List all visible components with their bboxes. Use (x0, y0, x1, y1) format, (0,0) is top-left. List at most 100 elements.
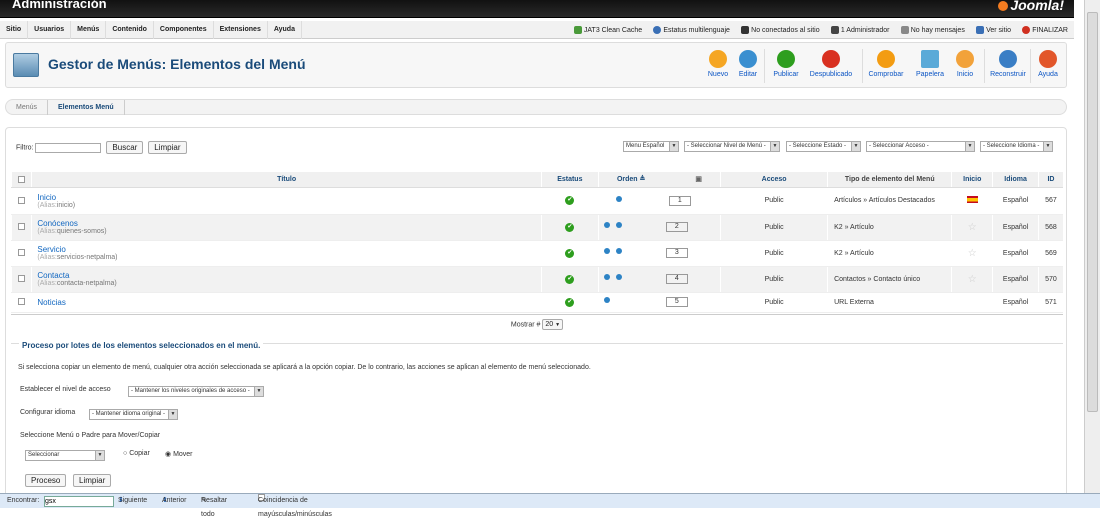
new-icon (709, 50, 727, 68)
save-order-icon[interactable]: ▣ (695, 176, 702, 183)
move-down-icon[interactable] (615, 274, 622, 280)
access-select[interactable]: - Seleccionar Acceso - ▼ (866, 141, 975, 152)
menu-menus[interactable]: Menús (71, 21, 107, 39)
level-select[interactable]: - Seleccionar Nivel de Menú - ▼ (684, 141, 780, 152)
home-button[interactable]: Inicio (943, 50, 987, 78)
alias-label: (Alias: (37, 228, 57, 235)
order-input[interactable]: 1 (668, 195, 691, 206)
copy-radio-group[interactable]: ○ Copiar (123, 450, 150, 457)
batch-move-select[interactable]: Seleccionar ▼ (25, 450, 105, 461)
move-radio[interactable]: ◉ (165, 451, 171, 458)
type-cell: K2 » Artículo (827, 214, 952, 241)
move-down-icon[interactable] (615, 195, 622, 202)
status-multilang[interactable]: Estatus multilenguaje (653, 26, 730, 35)
menu-componentes[interactable]: Componentes (154, 21, 214, 39)
star-outline-icon[interactable]: ☆ (968, 248, 977, 259)
item-title-link[interactable]: Conócenos (37, 219, 77, 228)
order-input[interactable]: 2 (665, 222, 688, 232)
filter-input[interactable] (35, 142, 102, 153)
scrollbar-thumb[interactable] (1087, 12, 1098, 412)
publish-button[interactable]: Publicar (764, 50, 808, 78)
chevron-down-icon: ▼ (1043, 142, 1052, 151)
batch-access-select[interactable]: - Mantener los niveles originales de acc… (128, 386, 264, 397)
star-outline-icon[interactable]: ☆ (968, 274, 977, 285)
col-home[interactable]: Inicio (951, 172, 993, 188)
move-up-icon[interactable] (603, 248, 610, 254)
order-input[interactable]: 5 (665, 297, 688, 307)
row-checkbox[interactable] (18, 223, 26, 231)
rebuild-button[interactable]: Reconstruir (986, 50, 1030, 78)
spain-flag-icon[interactable] (966, 196, 978, 203)
move-up-icon[interactable] (603, 297, 610, 303)
access-cell: Public (720, 214, 828, 241)
batch-panel: Proceso por lotes de los elementos selec… (11, 341, 1063, 496)
limit-select[interactable]: 20 ▼ (542, 319, 564, 330)
status-cache[interactable]: JAT3 Clean Cache (573, 26, 642, 35)
row-select-cell (10, 240, 32, 267)
move-up-icon[interactable] (603, 222, 610, 228)
copy-radio[interactable]: ○ (123, 450, 127, 457)
help-button[interactable]: Ayuda (1028, 50, 1068, 78)
find-input[interactable] (44, 496, 114, 507)
checkin-icon (877, 50, 895, 68)
tab-menus[interactable]: Menús (6, 100, 49, 115)
menu-contenido[interactable]: Contenido (106, 21, 154, 39)
row-select-cell (10, 214, 32, 241)
status-messages[interactable]: No hay mensajes (900, 26, 965, 35)
col-access[interactable]: Acceso (720, 172, 828, 188)
tab-menu-items[interactable]: Elementos Menú (48, 100, 125, 115)
menu-extensiones[interactable]: Extensiones (214, 21, 268, 39)
menu-usuarios[interactable]: Usuarios (28, 21, 72, 39)
status-select[interactable]: - Seleccione Estado - ▼ (786, 141, 861, 152)
view-site-link[interactable]: Ver sitio (976, 26, 1011, 35)
unpublish-button[interactable]: Despublicado (803, 50, 859, 78)
move-radio-group[interactable]: ◉ Mover (165, 450, 193, 458)
move-down-icon[interactable] (615, 222, 622, 228)
col-id[interactable]: ID (1037, 172, 1063, 188)
move-up-icon[interactable] (603, 274, 610, 280)
select-all-checkbox[interactable] (18, 175, 26, 183)
process-button[interactable]: Proceso (25, 474, 67, 487)
col-language[interactable]: Idioma (992, 172, 1039, 188)
batch-clear-button[interactable]: Limpiar (73, 474, 112, 487)
limit-value: 20 (545, 321, 554, 328)
row-checkbox[interactable] (18, 249, 26, 257)
item-title-link[interactable]: Noticias (37, 298, 65, 307)
published-check-icon[interactable]: ✔ (565, 297, 575, 307)
col-title[interactable]: Título (31, 172, 542, 188)
chevron-down-icon: ▼ (168, 410, 177, 419)
item-title-link[interactable]: Inicio (37, 193, 56, 202)
menu-sitio[interactable]: Sitio (0, 21, 29, 39)
search-button[interactable]: Buscar (106, 141, 144, 154)
published-check-icon[interactable]: ✔ (565, 196, 575, 205)
star-outline-icon[interactable]: ☆ (968, 222, 977, 233)
access-cell: Public (720, 187, 828, 215)
main-menubar: Sitio Usuarios Menús Contenido Component… (0, 21, 1074, 39)
batch-language-select[interactable]: - Mantener idioma original - ▼ (89, 409, 178, 420)
order-input[interactable]: 4 (665, 274, 688, 284)
clear-button[interactable]: Limpiar (148, 141, 187, 154)
help-label: Ayuda (1038, 71, 1058, 78)
status-messages-label: No hay mensajes (910, 27, 965, 34)
col-order[interactable]: Orden ≜ ▣ (597, 172, 721, 188)
published-check-icon[interactable]: ✔ (565, 274, 575, 284)
row-checkbox[interactable] (18, 196, 26, 204)
checkin-button[interactable]: Comprobar (864, 50, 908, 78)
row-checkbox[interactable] (18, 298, 26, 306)
vertical-scrollbar[interactable] (1084, 0, 1100, 493)
order-input[interactable]: 3 (665, 248, 688, 258)
item-title-link[interactable]: Servicio (37, 245, 65, 254)
menu-ayuda[interactable]: Ayuda (268, 21, 302, 39)
logout-link[interactable]: FINALIZAR (1022, 26, 1068, 35)
published-check-icon[interactable]: ✔ (565, 248, 575, 258)
menu-select[interactable]: Menu Español ▼ (623, 141, 679, 152)
title-cell: Servicio (Alias:servicios-netpalma) (31, 240, 542, 267)
move-down-icon[interactable] (615, 248, 622, 254)
home-cell: ☆ (951, 240, 993, 267)
item-title-link[interactable]: Contacta (37, 271, 69, 280)
publish-icon (777, 50, 795, 68)
row-checkbox[interactable] (18, 275, 26, 283)
language-select[interactable]: - Seleccione Idioma - ▼ (980, 141, 1053, 152)
published-check-icon[interactable]: ✔ (565, 222, 575, 232)
col-status[interactable]: Estatus (540, 172, 599, 188)
